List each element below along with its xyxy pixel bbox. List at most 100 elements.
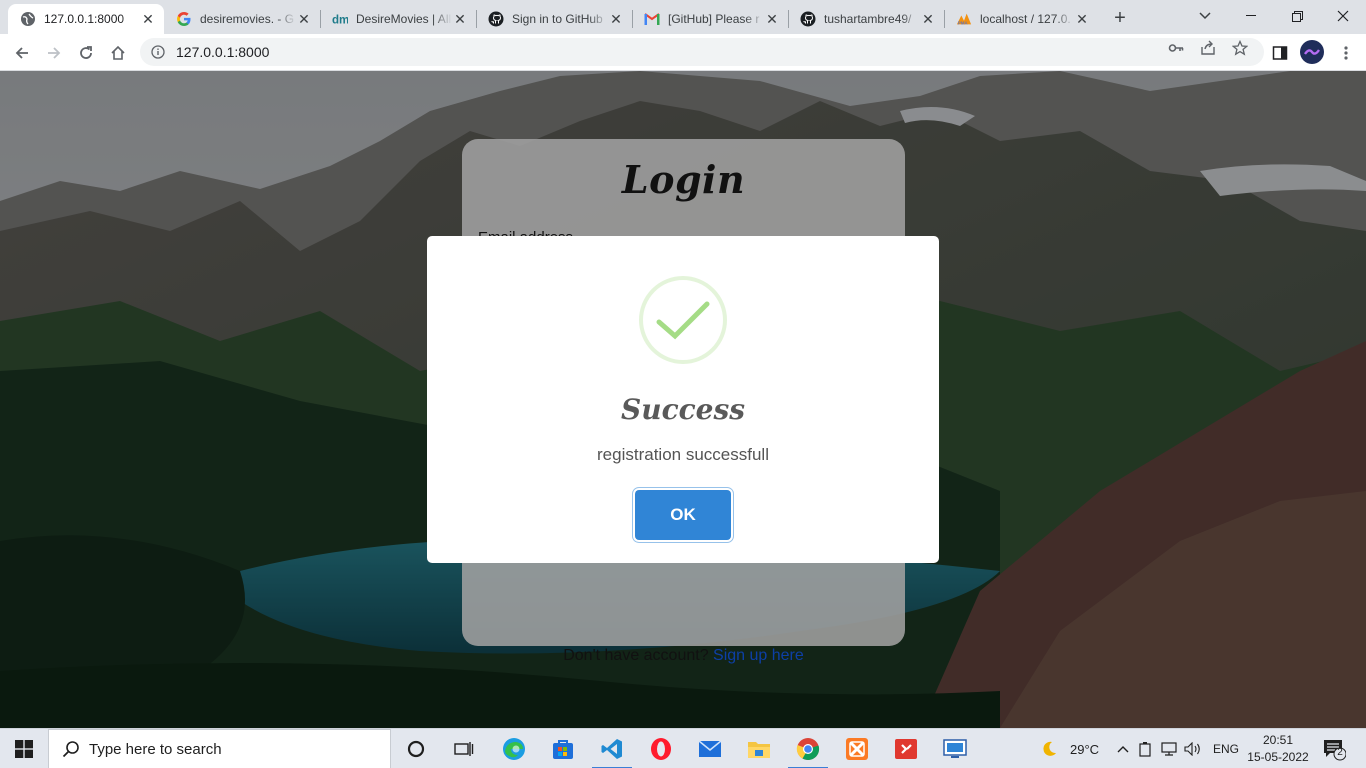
tab-desiremovies[interactable]: dm DesireMovies | All ✕ [320,4,476,34]
tab-github-repo[interactable]: tushartambre49/ ✕ [788,4,944,34]
tab-gmail[interactable]: [GitHub] Please r ✕ [632,4,788,34]
close-icon[interactable]: ✕ [608,11,624,27]
temperature: 29°C [1070,741,1100,757]
file-explorer-icon [748,742,770,758]
tab-localhost-8000[interactable]: 127.0.0.1:8000 ✕ [8,4,164,34]
browser-toolbar: 127.0.0.1:8000 [0,34,1366,71]
weather-widget[interactable]: 29°C [1040,729,1099,768]
chrome-app[interactable] [784,729,832,768]
minimize-icon [1246,15,1256,16]
close-icon[interactable]: ✕ [1074,11,1090,27]
search-icon [61,739,81,759]
success-check-icon [639,276,727,364]
restore-button[interactable] [1274,0,1320,32]
reload-icon [80,46,92,59]
start-button[interactable] [0,729,48,768]
network-icon[interactable] [1157,742,1181,756]
cortana-button[interactable] [392,729,440,768]
bookmark-star-icon[interactable] [1232,40,1248,56]
address-bar[interactable]: 127.0.0.1:8000 [140,38,1264,66]
cortana-icon [407,740,425,758]
close-icon[interactable]: ✕ [296,11,312,27]
taskbar-search-box[interactable]: Type here to search [48,729,391,768]
tab-title: Sign in to GitHub [512,12,603,26]
success-dialog: Success registration successfull OK [427,236,939,563]
tab-title: localhost / 127.0. [980,12,1071,26]
back-button[interactable] [8,39,36,67]
side-panel-button[interactable] [1266,39,1294,67]
clock-time: 20:51 [1262,733,1294,747]
signup-prompt: Don't have account? Sign up here [462,647,905,665]
close-icon [1337,10,1349,22]
side-panel-icon [1272,46,1288,60]
share-icon[interactable] [1200,40,1216,56]
moon-icon [1043,741,1056,756]
tab-google-search[interactable]: desiremovies. - G ✕ [164,4,320,34]
tab-title: 127.0.0.1:8000 [44,12,125,26]
tab-github-signin[interactable]: Sign in to GitHub ✕ [476,4,632,34]
close-window-button[interactable] [1320,0,1366,32]
avatar-icon [1304,49,1320,55]
chevron-up-icon[interactable] [1115,745,1131,753]
close-icon[interactable]: ✕ [452,11,468,27]
edge-app[interactable] [490,729,538,768]
forward-button[interactable] [40,39,68,67]
tab-title: [GitHub] Please r [668,12,760,26]
windows-logo-icon [15,740,33,758]
desiremovies-icon: dm [332,11,348,27]
more-vert-icon [1344,46,1348,60]
tab-phpmyadmin[interactable]: PMA localhost / 127.0. ✕ [944,4,1098,34]
chevron-down-icon [1199,12,1211,20]
dialog-message: registration successfull [597,445,769,464]
home-icon [111,45,125,60]
close-icon[interactable]: ✕ [920,11,936,27]
tab-strip: 127.0.0.1:8000 ✕ desiremovies. - G ✕ dm … [0,0,1366,34]
github-icon [800,11,816,27]
close-icon[interactable]: ✕ [140,11,156,27]
file-explorer-app[interactable] [735,729,783,768]
remote-desktop-app[interactable] [931,729,979,768]
system-tray: ENG [1115,729,1239,768]
language-indicator[interactable]: ENG [1213,742,1239,756]
vscode-app[interactable] [588,729,636,768]
phpmyadmin-icon: PMA [956,11,972,27]
globe-icon [20,11,36,27]
dialog-title: Success [620,393,746,426]
tab-search-button[interactable] [1182,0,1228,32]
menu-button[interactable] [1332,39,1360,67]
mail-icon [698,740,722,757]
svg-text:PMA: PMA [958,20,969,25]
tab-title: tushartambre49/ [824,12,912,26]
minimize-button[interactable] [1228,0,1274,32]
ok-button[interactable]: OK [635,490,731,540]
github-icon [488,11,504,27]
store-icon [553,740,573,759]
remote-desktop-icon [943,739,967,758]
mail-app[interactable] [686,729,734,768]
taskbar-clock[interactable]: 20:51 15-05-2022 [1240,732,1316,766]
vscode-icon [601,739,622,759]
task-view-button[interactable] [440,729,488,768]
git-icon [895,739,917,759]
notification-center-button[interactable]: 2 [1322,737,1347,761]
info-icon[interactable] [150,44,166,60]
new-tab-button[interactable]: + [1108,6,1132,30]
google-icon [176,11,192,27]
home-button[interactable] [104,39,132,67]
store-app[interactable] [539,729,587,768]
reload-button[interactable] [72,39,100,67]
profile-avatar[interactable] [1300,40,1324,64]
signup-prompt-text: Don't have account? [563,647,709,664]
volume-icon[interactable] [1181,742,1205,756]
opera-icon [651,738,671,760]
close-icon[interactable]: ✕ [764,11,780,27]
url-text: 127.0.0.1:8000 [176,44,270,60]
xampp-app[interactable] [833,729,881,768]
gmail-icon [644,11,660,27]
battery-icon[interactable] [1133,741,1157,757]
opera-app[interactable] [637,729,685,768]
edge-icon [503,738,525,760]
signup-link[interactable]: Sign up here [713,647,804,664]
git-app[interactable] [882,729,930,768]
password-key-icon[interactable] [1168,40,1184,56]
